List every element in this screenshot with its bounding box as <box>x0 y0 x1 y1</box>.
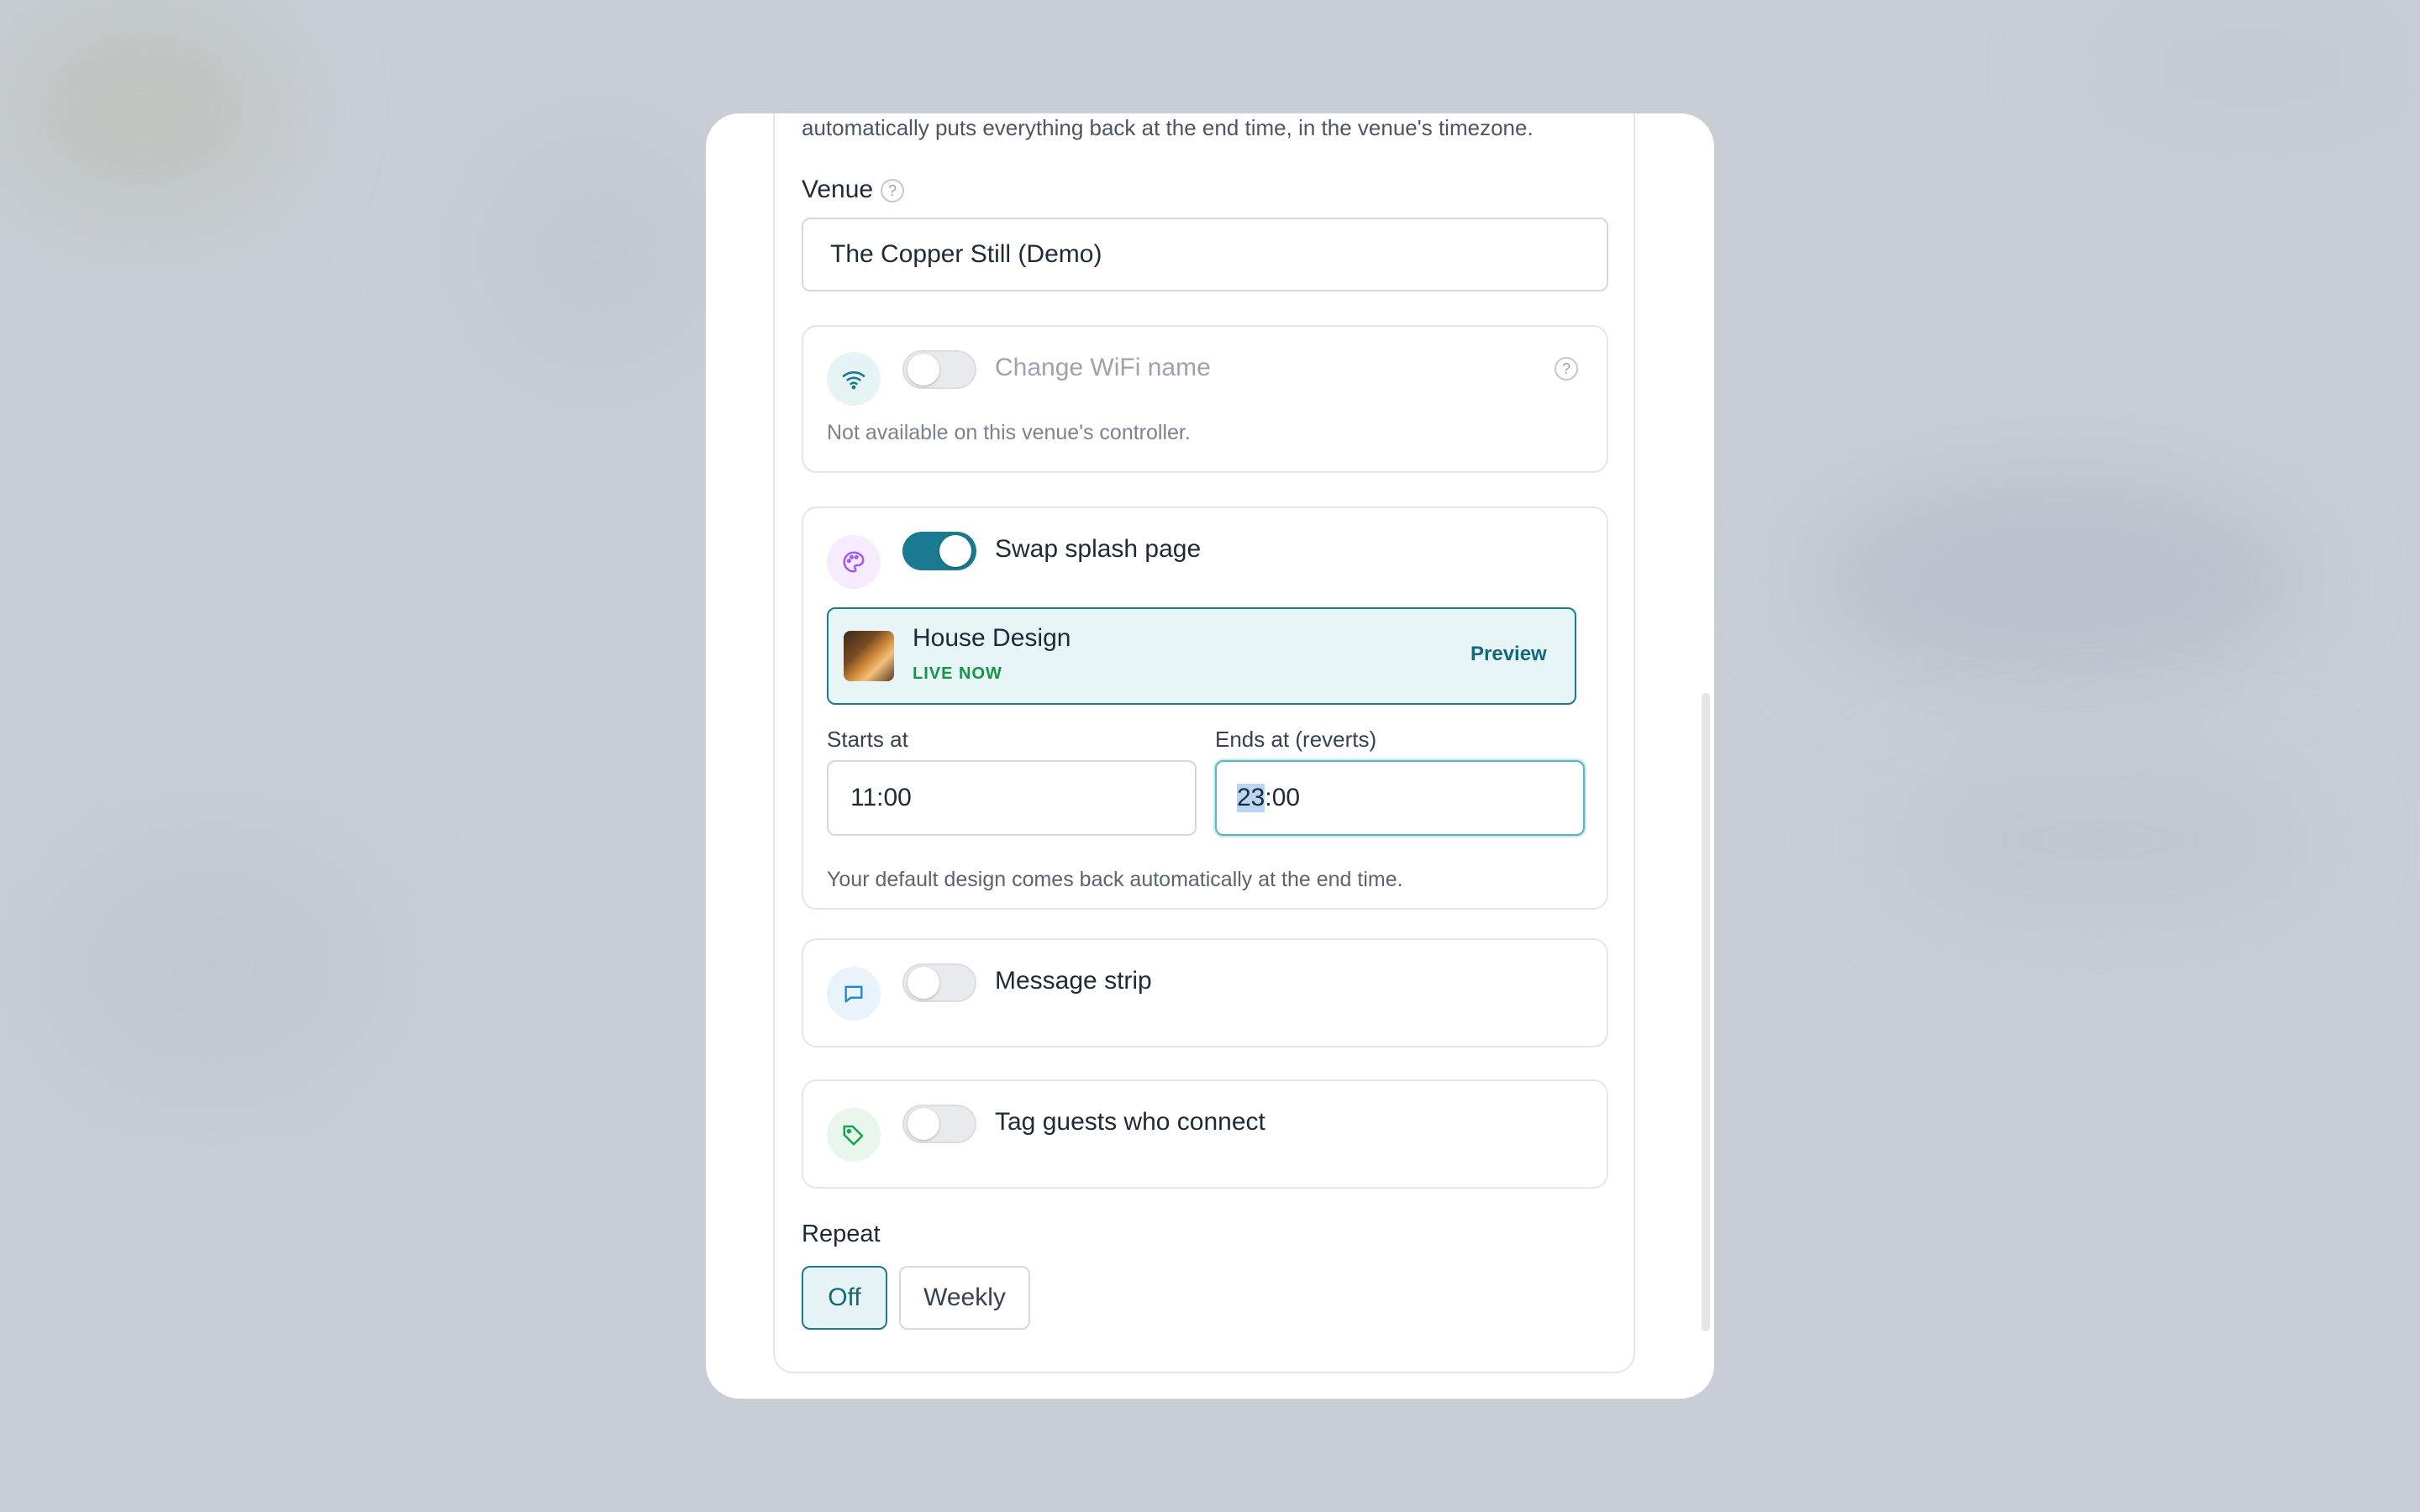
tag-guests-card: Tag guests who connect <box>802 1079 1608 1189</box>
design-name: House Design <box>913 624 1071 652</box>
tag-icon <box>827 1108 881 1162</box>
ends-minutes-segment[interactable]: :00 <box>1265 784 1300 812</box>
repeat-weekly-option[interactable]: Weekly <box>899 1266 1030 1330</box>
wifi-title: Change WiFi name <box>995 354 1211 381</box>
palette-icon <box>827 535 881 589</box>
design-thumbnail <box>844 631 894 681</box>
preview-link[interactable]: Preview <box>1470 643 1547 666</box>
wifi-card: Change WiFi name ? Not available on this… <box>802 325 1608 473</box>
ends-hours-segment[interactable]: 23 <box>1237 784 1265 812</box>
design-status-badge: LIVE NOW <box>913 664 1002 683</box>
wifi-icon <box>827 352 881 406</box>
tag-guests-title: Tag guests who connect <box>995 1108 1265 1136</box>
starts-time-input[interactable]: 11:00 <box>827 760 1197 836</box>
wifi-note: Not available on this venue's controller… <box>827 421 1191 444</box>
splash-toggle[interactable] <box>902 532 976 570</box>
scrollbar[interactable] <box>1702 693 1710 1331</box>
ends-time-input[interactable]: 23:00 <box>1215 760 1585 836</box>
message-strip-toggle[interactable] <box>902 963 976 1002</box>
splash-title: Swap splash page <box>995 535 1202 563</box>
intro-text: automatically puts everything back at th… <box>802 115 1534 140</box>
venue-help-icon[interactable]: ? <box>881 179 904 202</box>
venue-field[interactable]: The Copper Still (Demo) <box>802 218 1608 291</box>
chat-bubble-icon <box>827 967 881 1021</box>
selected-design[interactable]: House Design LIVE NOW Preview <box>827 607 1576 705</box>
message-strip-title: Message strip <box>995 967 1152 995</box>
message-strip-card: Message strip <box>802 938 1608 1047</box>
splash-card: Swap splash page House Design LIVE NOW P… <box>802 507 1608 910</box>
tag-guests-toggle[interactable] <box>902 1105 976 1143</box>
wifi-help-icon[interactable]: ? <box>1555 357 1578 381</box>
venue-label: Venue <box>802 176 874 203</box>
repeat-label: Repeat <box>802 1221 881 1247</box>
schedule-modal: automatically puts everything back at th… <box>706 113 1714 1399</box>
starts-label: Starts at <box>827 727 908 752</box>
repeat-off-option[interactable]: Off <box>802 1266 887 1330</box>
ends-label: Ends at (reverts) <box>1215 727 1377 752</box>
splash-note: Your default design comes back automatic… <box>827 868 1403 891</box>
wifi-toggle[interactable] <box>902 350 976 389</box>
